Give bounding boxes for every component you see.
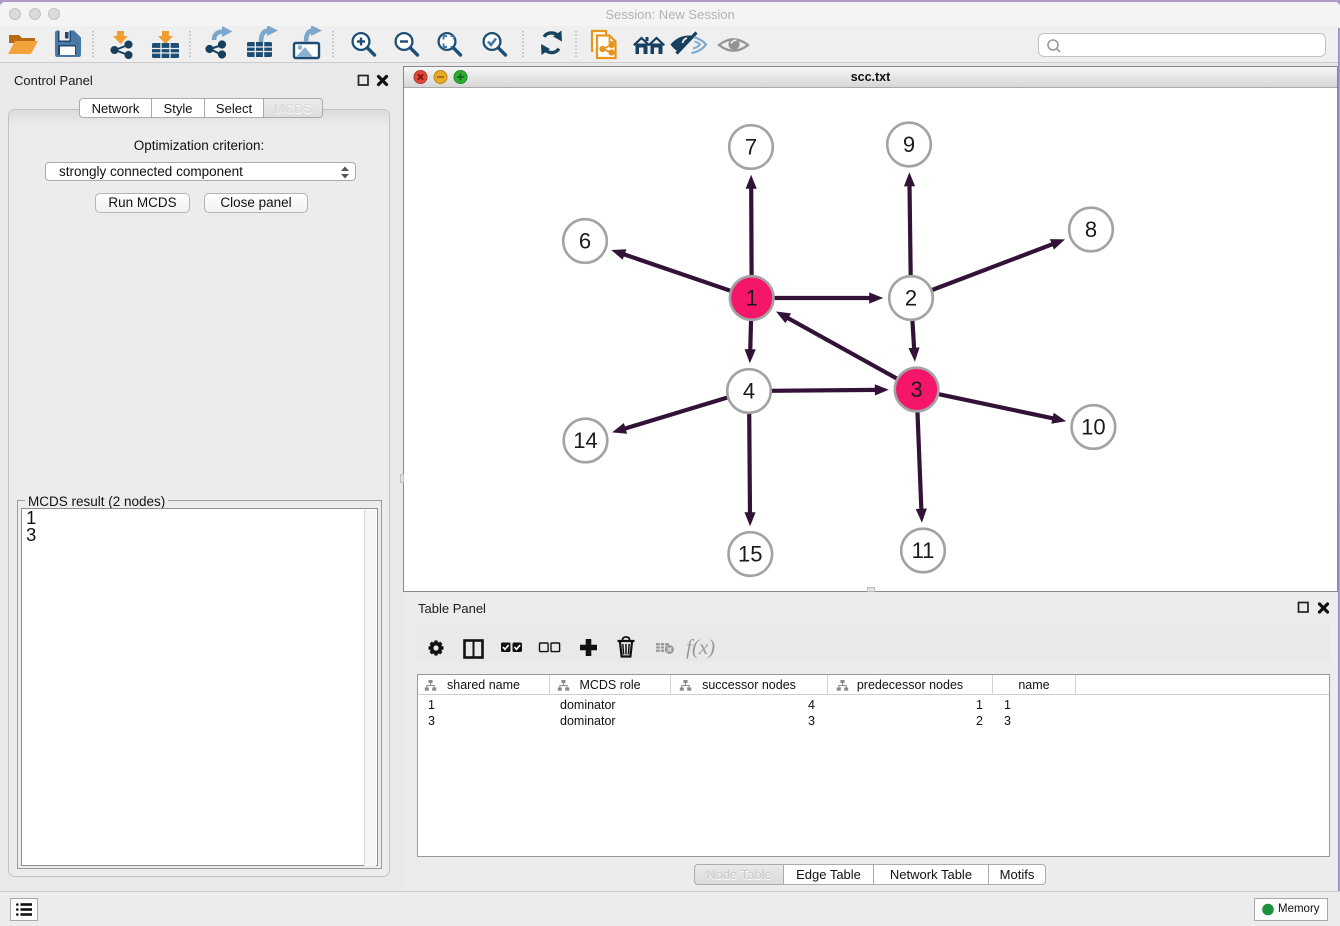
svg-text:10: 10 <box>1081 415 1105 440</box>
svg-text:6: 6 <box>579 229 591 254</box>
svg-text:1: 1 <box>746 286 758 311</box>
svg-text:14: 14 <box>573 428 597 453</box>
svg-text:9: 9 <box>903 132 915 157</box>
svg-text:4: 4 <box>743 379 755 404</box>
svg-text:15: 15 <box>738 542 762 567</box>
svg-text:2: 2 <box>905 286 917 311</box>
svg-text:7: 7 <box>745 135 757 160</box>
svg-text:3: 3 <box>910 377 922 402</box>
svg-text:f(x): f(x) <box>686 635 715 659</box>
svg-text:11: 11 <box>912 538 935 563</box>
svg-text:8: 8 <box>1085 217 1097 242</box>
